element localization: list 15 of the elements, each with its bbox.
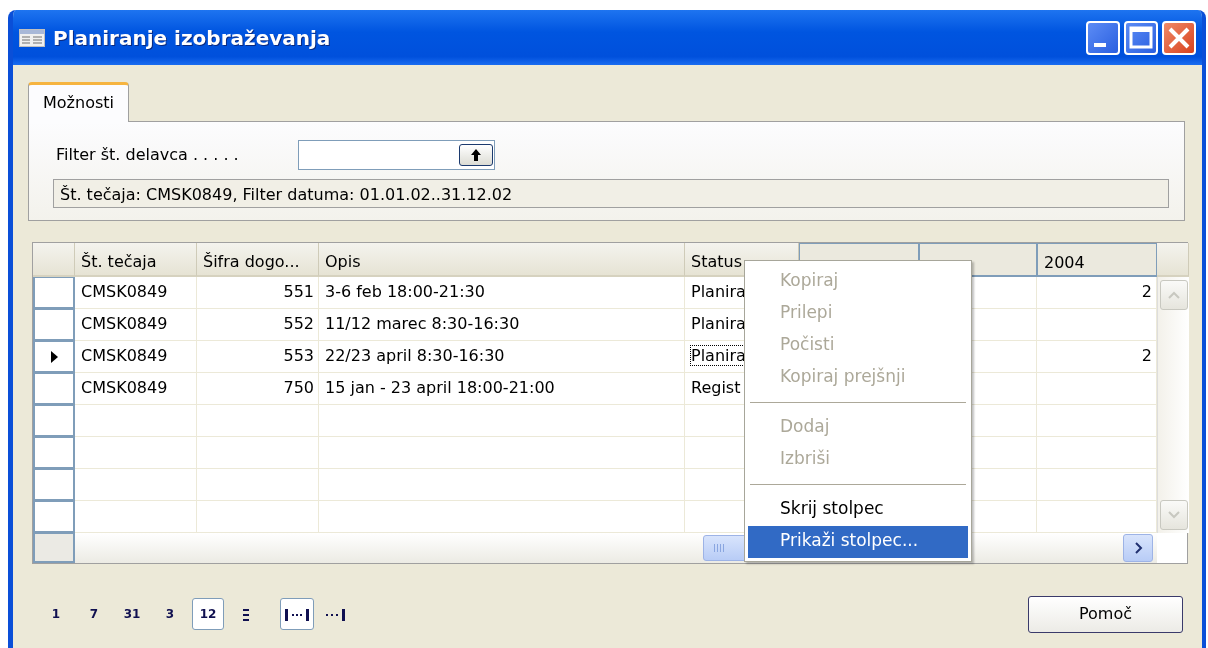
window-title: Planiranje izobraževanja [53, 24, 331, 52]
table-cell: 552 [197, 309, 319, 341]
table-cell: 22/23 april 8:30-16:30 [319, 341, 685, 373]
table-cell: 551 [197, 277, 319, 309]
filter-summary: Št. tečaja: CMSK0849, Filter datuma: 01.01.02..31.12.02 [53, 179, 1169, 208]
table-cell: 15 jan - 23 april 18:00-21:00 [319, 373, 685, 405]
table-cell: CMSK0849 [75, 373, 197, 405]
table-cell: CMSK0849 [75, 309, 197, 341]
table-cell: 11/12 marec 8:30-16:30 [319, 309, 685, 341]
field-label: Filter št. delavca . . . . . [56, 144, 240, 166]
table-cell: CMSK0849 [75, 341, 197, 373]
table-cell: 750 [197, 373, 319, 405]
table-cell: CMSK0849 [75, 277, 197, 309]
table-cell: 553 [197, 341, 319, 373]
table-cell: 3-6 feb 18:00-21:30 [319, 277, 685, 309]
